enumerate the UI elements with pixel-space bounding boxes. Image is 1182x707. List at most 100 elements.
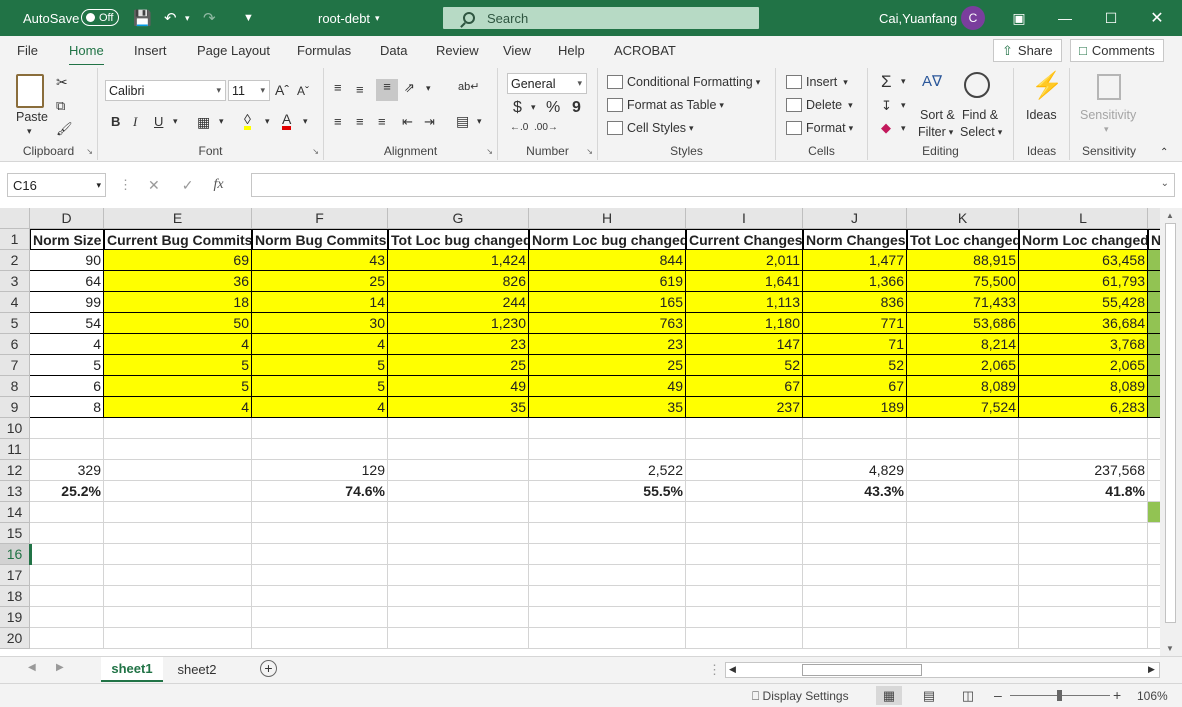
column-header-j[interactable]: J [803,208,907,229]
share-button[interactable]: ⇧ Share [993,39,1062,62]
select-all-corner[interactable] [0,208,30,229]
cell[interactable] [388,628,529,649]
cell[interactable] [1148,523,1160,544]
data-cell[interactable]: 30 [252,313,388,334]
row-header-3[interactable]: 3 [0,271,30,292]
header-cell[interactable]: Norm Loc changed [1019,229,1148,250]
header-cell[interactable]: Norm Size [30,229,104,250]
document-title[interactable]: root-debt ▾ [318,0,380,36]
data-cell[interactable]: 8,214 [907,334,1019,355]
cell[interactable] [30,418,104,439]
data-cell[interactable]: 52 [803,355,907,376]
data-cell[interactable]: 2,011 [686,250,803,271]
data-cell[interactable]: 54 [30,313,104,334]
vertical-scroll-thumb[interactable] [1165,223,1176,623]
percent-cell[interactable]: 41.8% [1019,481,1148,502]
comma-button[interactable]: 9 [572,99,581,117]
cell[interactable] [907,628,1019,649]
sheet-tab-sheet1[interactable]: sheet1 [101,657,163,682]
cell[interactable] [252,607,388,628]
cell[interactable] [104,502,252,523]
undo-icon[interactable]: ↶ [164,0,177,36]
cell[interactable] [529,418,686,439]
data-cell[interactable]: 1,230 [388,313,529,334]
data-cell[interactable]: 25 [252,271,388,292]
cell[interactable] [803,418,907,439]
cell[interactable] [1019,418,1148,439]
fill-icon[interactable]: ↧ [881,98,892,114]
horizontal-scroll-thumb[interactable] [802,664,922,676]
data-cell[interactable]: 619 [529,271,686,292]
cell[interactable] [388,607,529,628]
data-cell[interactable]: 50 [104,313,252,334]
column-header-f[interactable]: F [252,208,388,229]
column-header-e[interactable]: E [104,208,252,229]
cell[interactable] [1019,628,1148,649]
underline-button[interactable]: U [154,114,163,129]
row-header-7[interactable]: 7 [0,355,30,376]
cell[interactable] [388,523,529,544]
data-cell[interactable] [1148,334,1160,355]
cell[interactable] [30,586,104,607]
data-cell[interactable]: 23 [529,334,686,355]
cell[interactable] [686,565,803,586]
row-header-1[interactable]: 1 [0,229,30,250]
cell[interactable] [686,607,803,628]
data-cell[interactable]: 49 [529,376,686,397]
header-cell[interactable]: Current Bug Commits [104,229,252,250]
data-cell[interactable]: 67 [686,376,803,397]
column-header-i[interactable]: I [686,208,803,229]
data-cell[interactable]: 35 [529,397,686,418]
cell[interactable] [686,523,803,544]
formula-input[interactable]: ⌄ [251,173,1175,197]
data-cell[interactable]: 244 [388,292,529,313]
merge-dropdown-icon[interactable]: ▾ [477,116,482,127]
cell[interactable] [686,586,803,607]
tab-page-layout[interactable]: Page Layout [197,43,270,58]
data-cell[interactable]: 8 [30,397,104,418]
total-cell[interactable] [104,460,252,481]
data-cell[interactable]: 67 [803,376,907,397]
tab-acrobat[interactable]: ACROBAT [614,43,676,58]
data-cell[interactable]: 4 [252,334,388,355]
row-header-13[interactable]: 13 [0,481,30,502]
data-cell[interactable]: 4 [30,334,104,355]
data-cell[interactable] [1148,250,1160,271]
sheet-tab-sheet2[interactable]: sheet2 [166,657,228,682]
borders-icon[interactable]: ▦ [197,114,210,131]
data-cell[interactable]: 6 [30,376,104,397]
row-header-6[interactable]: 6 [0,334,30,355]
row-header-4[interactable]: 4 [0,292,30,313]
data-cell[interactable]: 88,915 [907,250,1019,271]
header-cell[interactable]: Norm Loc bug changed [529,229,686,250]
data-cell[interactable]: 7,524 [907,397,1019,418]
data-cell[interactable]: 189 [803,397,907,418]
cell[interactable] [1019,565,1148,586]
tab-file[interactable]: File [17,43,38,58]
sensitivity-button[interactable]: Sensitivity [1080,108,1136,122]
cell[interactable] [803,502,907,523]
page-layout-view-icon[interactable]: ▤ [916,686,942,705]
tab-formulas[interactable]: Formulas [297,43,351,58]
cell[interactable] [529,628,686,649]
tab-view[interactable]: View [503,43,531,58]
cell[interactable] [803,565,907,586]
number-format-combo[interactable]: General ▾ [507,73,587,94]
total-cell[interactable]: 329 [30,460,104,481]
italic-button[interactable]: I [133,114,137,130]
name-box[interactable]: C16 ▾ [7,173,106,197]
zoom-level[interactable]: 106% [1137,689,1168,703]
conditional-formatting-button[interactable]: Conditional Formatting ▾ [607,75,760,89]
row-header-8[interactable]: 8 [0,376,30,397]
total-cell[interactable]: 237,568 [1019,460,1148,481]
add-sheet-icon[interactable]: + [260,660,277,677]
data-cell[interactable]: 3,768 [1019,334,1148,355]
enter-icon[interactable]: ✓ [182,177,194,194]
data-cell[interactable]: 147 [686,334,803,355]
cell[interactable] [803,523,907,544]
align-top-icon[interactable]: ≡ [334,80,342,95]
data-cell[interactable]: 5 [252,376,388,397]
data-cell[interactable]: 53,686 [907,313,1019,334]
cell[interactable] [1019,607,1148,628]
cell[interactable] [104,544,252,565]
